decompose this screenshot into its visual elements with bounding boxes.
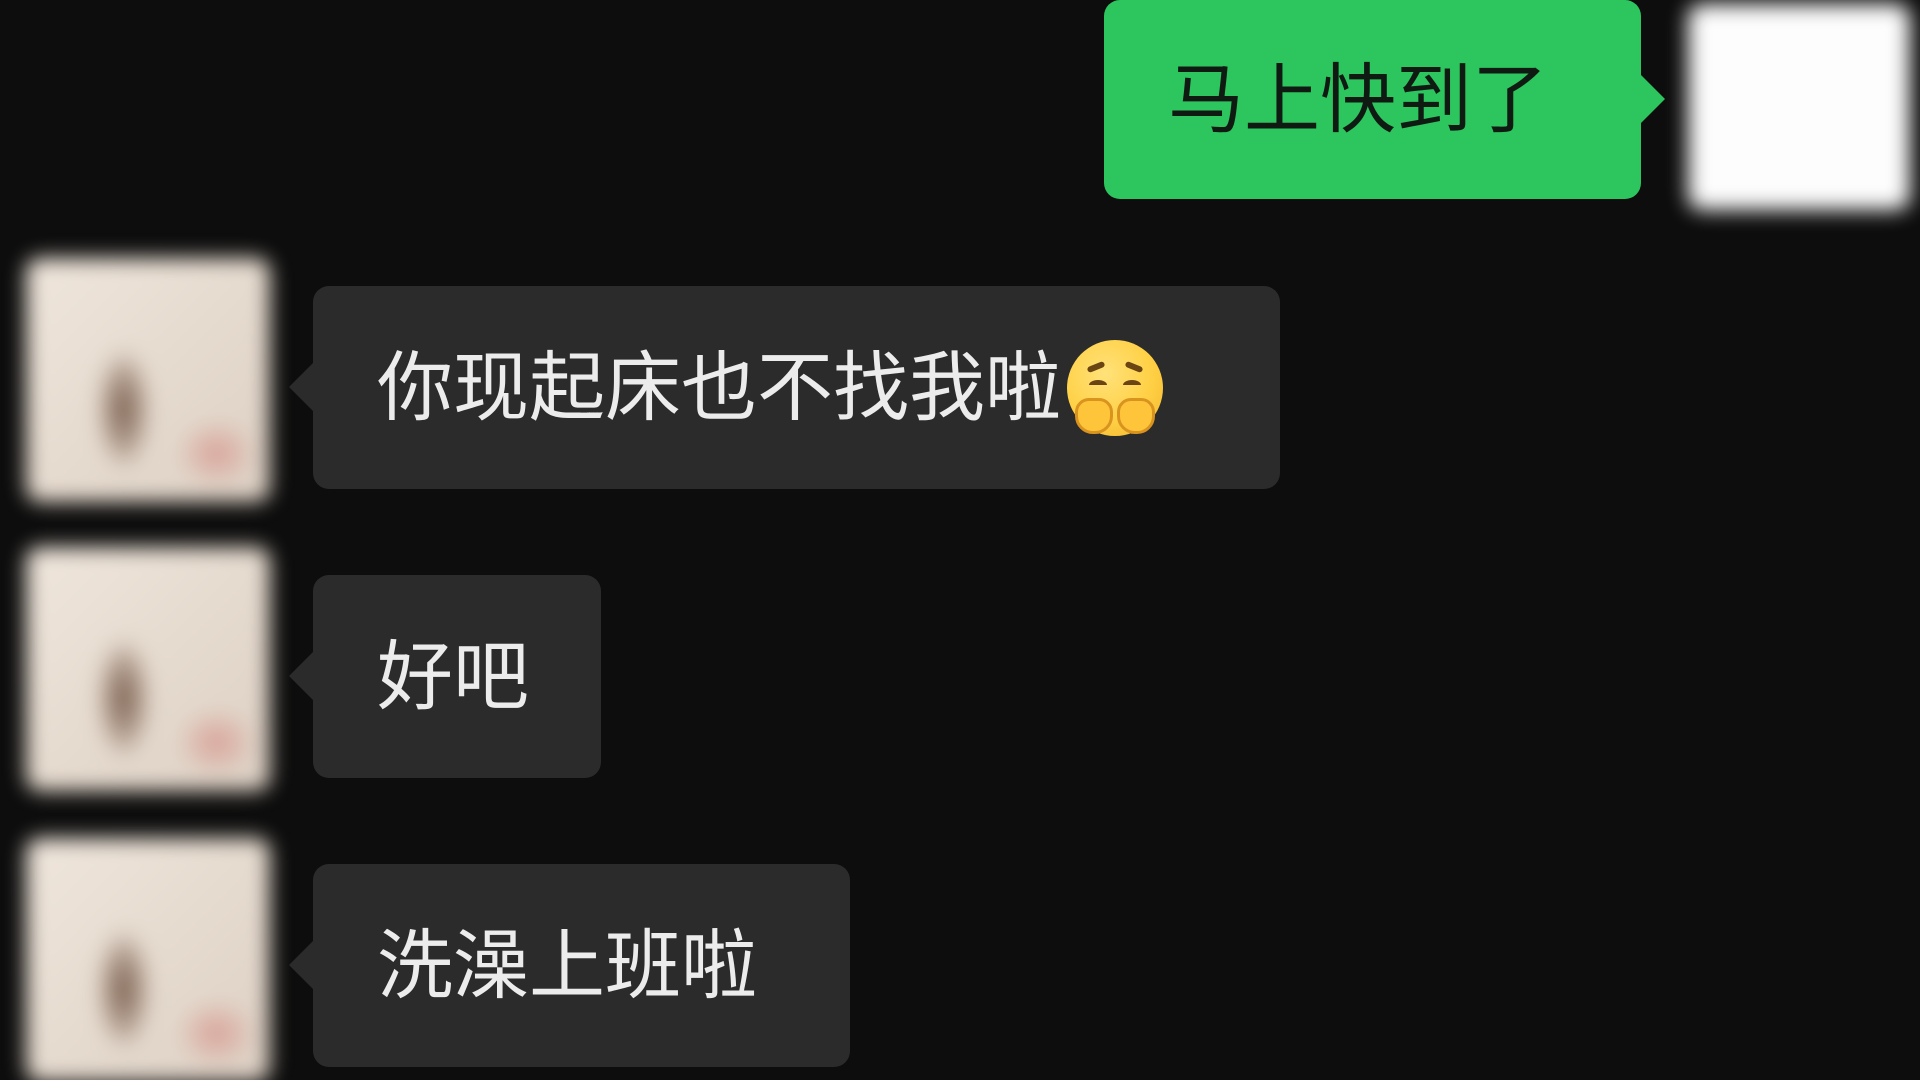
worried-face-emoji-icon (1067, 339, 1163, 436)
incoming-message-bubble[interactable]: 洗澡上班啦 (289, 864, 850, 1067)
contact-avatar[interactable] (26, 258, 270, 502)
message-text: 马上快到了 (1168, 54, 1548, 144)
outgoing-message-bubble[interactable]: 马上快到了 (1104, 0, 1665, 199)
message-text: 洗澡上班啦 (377, 920, 757, 1010)
message-text: 你现起床也不找我啦 (377, 342, 1061, 432)
chat-view: 马上快到了 你现起床也不找我啦 好吧 洗澡上班啦 (0, 0, 1920, 1080)
message-text: 好吧 (377, 631, 529, 721)
contact-avatar[interactable] (26, 547, 270, 791)
my-avatar[interactable] (1688, 4, 1910, 210)
incoming-message-bubble[interactable]: 你现起床也不找我啦 (289, 286, 1280, 489)
incoming-message-bubble[interactable]: 好吧 (289, 575, 601, 778)
contact-avatar[interactable] (26, 838, 270, 1080)
